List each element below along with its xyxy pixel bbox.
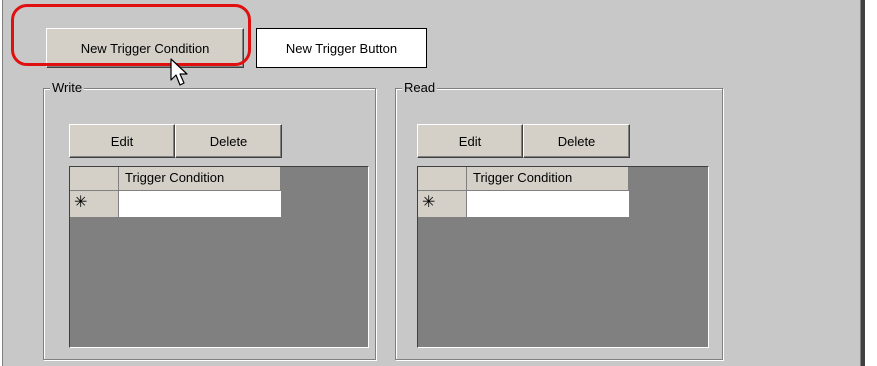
read-edit-button[interactable]: Edit [417,124,523,158]
trigger-condition-column-header[interactable]: Trigger Condition [467,167,629,191]
grid-corner [418,167,467,191]
write-trigger-grid[interactable]: Trigger Condition ✳ [69,166,369,348]
trigger-condition-column-header[interactable]: Trigger Condition [119,167,281,191]
write-group-title: Write [50,80,85,96]
outer-margin [865,0,877,366]
write-group: Write Edit Delete Trigger Condition ✳ [43,80,376,360]
new-row-marker: ✳ [418,191,467,217]
read-trigger-grid[interactable]: Trigger Condition ✳ [417,166,709,348]
read-group-title: Read [402,80,438,96]
new-trigger-condition-button[interactable]: New Trigger Condition [46,28,244,68]
panel-left-edge [0,0,3,366]
settings-panel: New Trigger Condition New Trigger Button… [0,0,860,366]
write-edit-button[interactable]: Edit [69,124,175,158]
new-trigger-button[interactable]: New Trigger Button [256,28,427,68]
trigger-condition-cell[interactable] [119,191,281,217]
mouse-pointer-icon [170,58,188,86]
trigger-condition-cell[interactable] [467,191,629,217]
grid-corner [70,167,119,191]
read-delete-button[interactable]: Delete [523,124,630,158]
new-row-marker: ✳ [70,191,119,217]
read-group: Read Edit Delete Trigger Condition ✳ [395,80,723,360]
write-delete-button[interactable]: Delete [175,124,282,158]
